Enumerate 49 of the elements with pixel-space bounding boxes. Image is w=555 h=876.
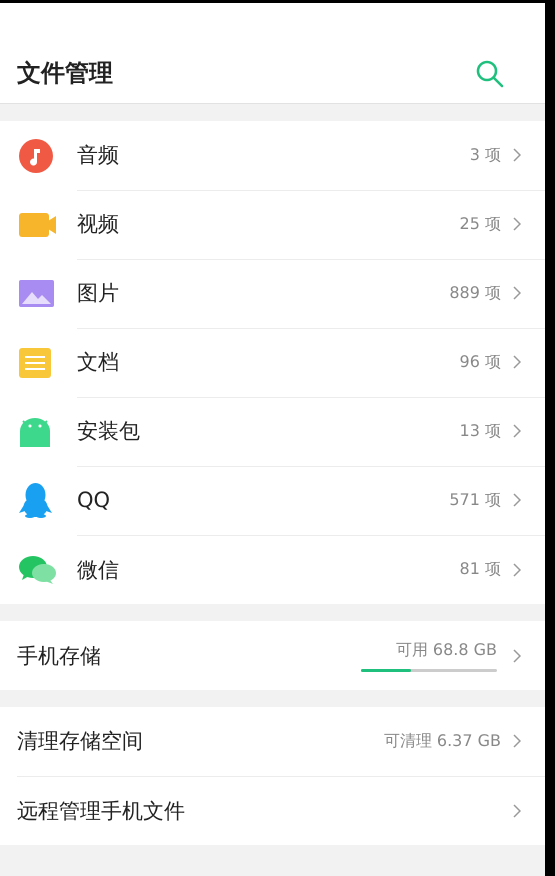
penguin-icon	[19, 483, 52, 518]
category-label: QQ	[77, 488, 112, 512]
search-button[interactable]	[475, 59, 505, 89]
page-title: 文件管理	[17, 58, 113, 89]
category-label: 音频	[77, 142, 120, 169]
category-label: 安装包	[77, 418, 141, 445]
tool-item[interactable]: 远程管理手机文件	[0, 776, 545, 845]
category-item[interactable]: 安装包 13 项	[0, 397, 545, 466]
chevron-icon	[513, 734, 521, 748]
item-count: 889 项	[449, 282, 501, 304]
category-label: 图片	[77, 280, 120, 307]
category-item[interactable]: 图片 889 项	[0, 259, 545, 328]
image-icon	[19, 280, 54, 307]
chevron-icon	[513, 148, 521, 162]
chat-bubbles-icon	[19, 556, 56, 584]
category-item[interactable]: 音频 3 项	[0, 121, 545, 190]
category-item[interactable]: 微信 81 项	[0, 535, 545, 604]
chevron-icon	[513, 286, 521, 300]
tool-label: 远程管理手机文件	[17, 798, 186, 824]
chevron-icon	[513, 493, 521, 507]
category-item[interactable]: QQ 571 项	[0, 466, 545, 535]
category-label: 文档	[77, 349, 120, 376]
music-note-icon	[19, 138, 53, 172]
chevron-icon	[513, 648, 521, 662]
chevron-icon	[513, 424, 521, 438]
tool-label: 清理存储空间	[17, 728, 144, 755]
video-camera-icon	[19, 212, 56, 236]
chevron-icon	[513, 804, 521, 818]
category-item[interactable]: 文档 96 项	[0, 328, 545, 397]
category-label: 微信	[77, 556, 120, 584]
item-count: 13 项	[460, 420, 501, 442]
item-count: 571 项	[449, 490, 501, 510]
storage-label: 手机存储	[17, 642, 102, 670]
storage-item[interactable]: 手机存储 可用 68.8 GB	[0, 621, 545, 690]
category-item[interactable]: 视频 25 项	[0, 190, 545, 259]
item-count: 25 项	[460, 214, 501, 234]
document-icon	[19, 348, 51, 378]
chevron-icon	[513, 562, 521, 576]
item-count: 96 项	[460, 352, 501, 372]
cleanable-space: 可清理 6.37 GB	[384, 730, 501, 752]
tool-item[interactable]: 清理存储空间 可清理 6.37 GB	[0, 707, 545, 776]
item-count: 81 项	[460, 559, 501, 580]
search-icon	[475, 59, 505, 89]
chevron-icon	[513, 217, 521, 231]
android-robot-icon	[19, 416, 51, 446]
available-space: 可用 68.8 GB	[396, 640, 497, 660]
category-label: 视频	[77, 211, 120, 238]
chevron-icon	[513, 355, 521, 369]
item-count: 3 项	[470, 144, 501, 166]
